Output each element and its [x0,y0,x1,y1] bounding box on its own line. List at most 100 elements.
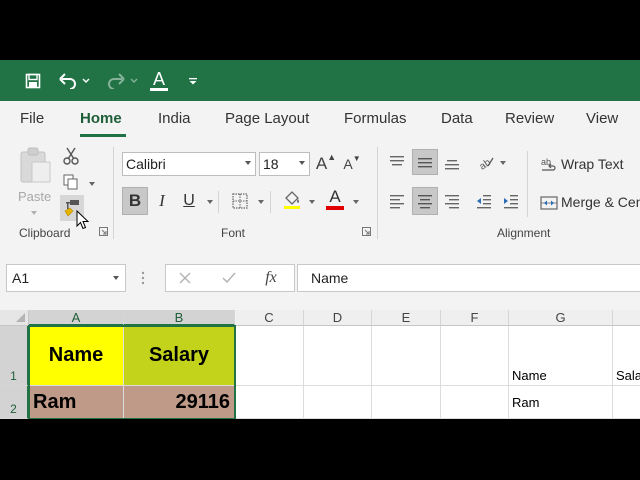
font-size-value: 18 [263,156,279,172]
cell-c2[interactable] [235,386,304,419]
bold-button[interactable]: B [122,187,148,215]
cell-h1[interactable]: Sala [613,326,640,386]
font-size-dropdown-icon[interactable] [299,161,305,165]
select-all-button[interactable] [0,310,29,326]
cell-f2[interactable] [441,386,509,419]
cell-d1[interactable] [304,326,372,386]
font-color-glyph: A [152,69,165,89]
cut-icon[interactable] [60,145,82,167]
column-header-a[interactable]: A [29,310,124,326]
cell-a1[interactable]: Name [29,326,124,386]
name-box[interactable]: A1 [6,264,126,292]
row-header-1[interactable]: 1 [0,326,29,386]
column-header-g[interactable]: G [509,310,613,326]
undo-icon[interactable] [56,68,80,94]
underline-button[interactable]: U [177,187,201,215]
customize-icon[interactable] [186,68,200,94]
paste-dropdown-icon[interactable] [31,211,37,215]
inline-separator [218,191,219,213]
tab-data[interactable]: Data [441,110,473,127]
font-launcher-icon[interactable] [360,225,372,237]
tab-page-layout[interactable]: Page Layout [225,110,309,127]
cell-b1[interactable]: Salary [124,326,235,386]
middle-align-icon[interactable] [412,149,438,175]
copy-dropdown-icon[interactable] [89,182,95,186]
tab-view[interactable]: View [586,110,618,127]
formula-bar-grip-icon[interactable] [137,267,149,289]
merge-center-icon[interactable] [538,191,560,215]
cell-a2[interactable]: Ram [29,386,124,419]
cell-b2[interactable]: 29116 [124,386,235,419]
cell-g1[interactable]: Name [509,326,613,386]
clipboard-launcher-icon[interactable] [97,225,109,237]
column-header-b[interactable]: B [124,310,235,326]
tab-review[interactable]: Review [505,110,554,127]
cancel-icon[interactable] [174,268,196,288]
cell-g2[interactable]: Ram [509,386,613,419]
italic-button[interactable]: I [150,187,174,215]
borders-dropdown-icon[interactable] [258,200,264,204]
grow-font-button[interactable]: A ▲ [315,152,337,176]
name-box-dropdown-icon[interactable] [113,276,119,280]
tab-file[interactable]: File [20,110,44,127]
quick-access-toolbar: A [0,60,640,101]
font-name-dropdown-icon[interactable] [245,161,251,165]
top-align-icon[interactable] [385,149,409,175]
paste-label[interactable]: Paste [18,189,51,204]
formula-content: Name [311,270,349,286]
cell-c1[interactable] [235,326,304,386]
cell-h2[interactable] [613,386,640,419]
cell-f1[interactable] [441,326,509,386]
column-header-h[interactable] [613,310,640,326]
cell-e2[interactable] [372,386,441,419]
group-separator [377,147,378,239]
column-header-c[interactable]: C [235,310,304,326]
bottom-align-icon[interactable] [440,149,464,175]
column-header-d[interactable]: D [304,310,372,326]
underline-dropdown-icon[interactable] [207,200,213,204]
orientation-dropdown-icon[interactable] [500,161,506,165]
font-color-icon[interactable]: A [148,68,170,94]
column-header-e[interactable]: E [372,310,441,326]
decrease-indent-icon[interactable] [472,187,496,215]
font-color-button[interactable]: A [323,185,347,213]
tab-india[interactable]: India [158,110,191,127]
ribbon: Paste Clipboard Calibri 18 A ▲ A ▼ B I U… [0,139,640,250]
shrink-font-button[interactable]: A ▼ [341,152,363,176]
font-color-bar [326,206,344,210]
cell-d2[interactable] [304,386,372,419]
merge-center-label[interactable]: Merge & Center [561,194,640,210]
redo-dropdown-icon[interactable] [128,68,140,94]
increase-indent-icon[interactable] [499,187,523,215]
insert-function-button[interactable]: fx [259,266,283,290]
fill-color-dropdown-icon[interactable] [309,200,315,204]
paste-icon[interactable] [17,145,53,185]
align-right-icon[interactable] [440,187,464,215]
redo-icon[interactable] [104,68,128,94]
wrap-text-label[interactable]: Wrap Text [561,156,624,172]
inline-separator [527,151,528,217]
tab-home[interactable]: Home [80,110,122,127]
undo-dropdown-icon[interactable] [80,68,92,94]
formula-bar: A1 fx Name [0,250,640,310]
align-center-icon[interactable] [412,187,438,215]
copy-icon[interactable] [60,171,82,193]
save-icon[interactable] [22,68,44,94]
wrap-text-icon[interactable]: ab [538,153,560,177]
group-separator [113,147,114,239]
font-name-combo[interactable]: Calibri [122,152,256,176]
font-size-combo[interactable]: 18 [259,152,310,176]
enter-icon[interactable] [218,268,240,288]
column-header-f[interactable]: F [441,310,509,326]
formula-input[interactable]: Name [297,264,640,292]
ribbon-tabs: File Home India Page Layout Formulas Dat… [0,101,640,139]
fill-color-icon[interactable] [280,187,304,213]
cell-e1[interactable] [372,326,441,386]
tab-formulas[interactable]: Formulas [344,110,407,127]
orientation-icon[interactable]: ab [474,149,498,175]
align-left-icon[interactable] [385,187,409,215]
alignment-group-label: Alignment [497,226,551,240]
row-header-2[interactable]: 2 [0,386,29,419]
borders-icon[interactable] [228,189,252,213]
font-color-dropdown-icon[interactable] [353,200,359,204]
